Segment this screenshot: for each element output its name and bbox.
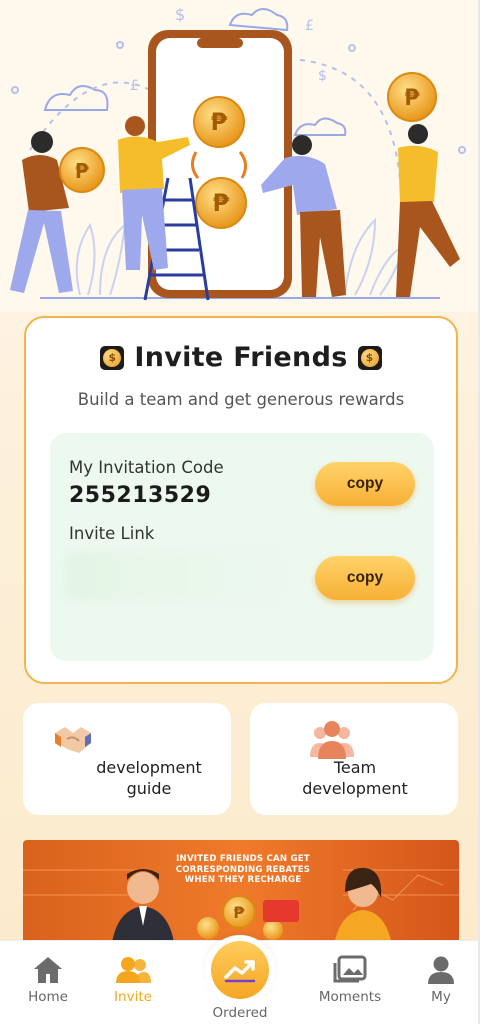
invitation-code-box: My Invitation Code 255213529 copy Invite…	[50, 433, 434, 661]
tab-home-label: Home	[28, 989, 68, 1005]
tab-invite[interactable]: Invite	[93, 955, 173, 1005]
svg-text:₱: ₱	[211, 108, 228, 136]
invite-title: $ Invite Friends $	[26, 342, 456, 373]
invite-card: $ Invite Friends $ Build a team and get …	[24, 316, 458, 684]
tab-ordered-label: Ordered	[212, 1005, 268, 1021]
svg-text:£: £	[130, 78, 139, 94]
invitation-code-label: My Invitation Code	[69, 458, 224, 477]
user-icon	[428, 956, 454, 984]
users-icon	[116, 957, 151, 983]
invite-subtitle: Build a team and get generous rewards	[77, 390, 405, 409]
invite-title-text: Invite Friends	[134, 342, 348, 373]
svg-text:$: $	[175, 5, 185, 24]
svg-text:₱: ₱	[404, 86, 420, 111]
copy-link-button[interactable]: copy	[315, 556, 415, 600]
tab-my-label: My	[431, 989, 451, 1005]
rebate-banner[interactable]: ₱ INVITED FRIENDS CAN GET CORRESPONDING …	[23, 840, 459, 950]
tab-ordered[interactable]: Ordered	[200, 935, 280, 1021]
home-icon	[34, 957, 62, 983]
tab-invite-label: Invite	[114, 989, 152, 1005]
trend-up-icon	[211, 941, 269, 999]
svg-text:₱: ₱	[213, 189, 230, 217]
team-development-label: Team development	[302, 758, 408, 798]
hero-illustration: ₱ ₱ ₱ ₱ $ £ £ $	[0, 0, 480, 312]
invite-link-value	[64, 551, 296, 601]
copy-code-button[interactable]: copy	[315, 462, 415, 506]
development-guide-tile[interactable]: development guide	[23, 703, 231, 815]
tab-my[interactable]: My	[401, 955, 480, 1005]
svg-text:$: $	[318, 68, 327, 84]
svg-text:₱: ₱	[233, 903, 245, 922]
svg-text:£: £	[305, 18, 314, 34]
tab-home[interactable]: Home	[8, 955, 88, 1005]
coin-icon: $	[357, 345, 382, 370]
ordered-button-ring	[205, 935, 275, 1005]
tab-moments[interactable]: Moments	[310, 955, 390, 1005]
invitation-code-value: 255213529	[69, 483, 212, 508]
gallery-icon	[333, 955, 367, 983]
rebate-banner-text: INVITED FRIENDS CAN GET CORRESPONDING RE…	[175, 854, 311, 885]
invite-link-label: Invite Link	[69, 524, 155, 543]
handshake-icon	[53, 719, 93, 763]
coin-icon: $	[100, 345, 125, 370]
bottom-tab-bar: Home Invite Ordered Moments My	[0, 935, 480, 1024]
svg-text:₱: ₱	[75, 159, 89, 183]
team-development-tile[interactable]: Team development	[250, 703, 458, 815]
tab-moments-label: Moments	[318, 989, 382, 1005]
development-guide-label: development guide	[96, 758, 202, 798]
invite-page: ₱ ₱ ₱ ₱ $ £ £ $ $ Invite Friends $ Build…	[0, 0, 480, 1024]
